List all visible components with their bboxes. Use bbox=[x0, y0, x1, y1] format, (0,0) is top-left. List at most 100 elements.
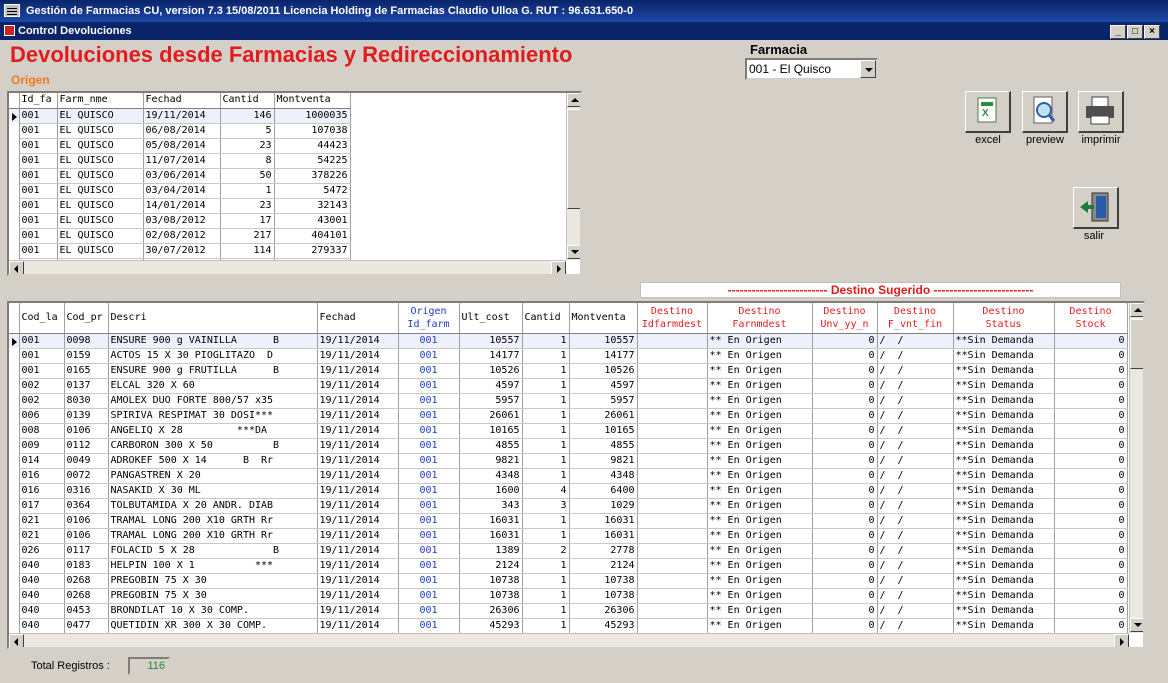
table-cell[interactable]: FOLACID 5 X 28 B bbox=[108, 543, 318, 559]
table-cell[interactable]: 001 bbox=[398, 348, 460, 364]
table-cell[interactable]: EL QUISCO bbox=[57, 108, 144, 124]
row-selector[interactable] bbox=[9, 528, 20, 543]
scroll-right-icon[interactable] bbox=[1114, 634, 1129, 647]
table-cell[interactable]: EL QUISCO bbox=[57, 168, 144, 184]
table-cell[interactable]: 1000035 bbox=[274, 108, 351, 124]
excel-button[interactable]: X bbox=[965, 91, 1011, 133]
table-cell[interactable]: 1600 bbox=[459, 483, 523, 499]
table-cell[interactable]: 001 bbox=[398, 513, 460, 529]
table-row[interactable]: 040 0268 PREGOBIN 75 X 30 19/11/2014 001 1073… bbox=[9, 573, 1128, 589]
table-cell[interactable]: 0 bbox=[1054, 468, 1128, 484]
table-cell[interactable]: 0 bbox=[812, 393, 878, 409]
table-cell[interactable]: 0268 bbox=[64, 573, 109, 589]
table-row[interactable]: 001 EL QUISCO 30/07/2012 114 279337 bbox=[9, 243, 564, 259]
table-cell[interactable]: 002 bbox=[19, 378, 65, 394]
table-cell[interactable]: ** En Origen bbox=[707, 618, 813, 634]
table-cell[interactable]: 10526 bbox=[459, 363, 523, 379]
preview-button[interactable] bbox=[1022, 91, 1068, 133]
table-cell[interactable]: 10165 bbox=[459, 423, 523, 439]
column-header[interactable]: Origen Id_farm bbox=[398, 303, 460, 334]
table-cell[interactable]: 14177 bbox=[569, 348, 638, 364]
table-row[interactable]: 001 EL QUISCO 03/06/2014 50 378226 bbox=[9, 168, 564, 184]
table-row[interactable]: 001 0159 ACTOS 15 X 30 PIOGLITAZO D 19/11/2… bbox=[9, 348, 1128, 364]
table-cell[interactable]: 0477 bbox=[64, 618, 109, 634]
table-cell[interactable]: 001 bbox=[19, 333, 65, 349]
table-cell[interactable]: 02/08/2012 bbox=[143, 228, 221, 244]
table-cell[interactable]: EL QUISCO bbox=[57, 153, 144, 169]
table-cell[interactable]: 2778 bbox=[569, 543, 638, 559]
table-cell[interactable]: 1 bbox=[522, 423, 570, 439]
table-cell[interactable]: 0112 bbox=[64, 438, 109, 454]
column-header[interactable]: Montventa bbox=[274, 93, 351, 109]
scroll-right-icon[interactable] bbox=[551, 261, 566, 274]
table-cell[interactable]: 1 bbox=[522, 378, 570, 394]
table-cell[interactable]: 50 bbox=[220, 168, 275, 184]
row-selector[interactable] bbox=[9, 363, 20, 378]
table-cell[interactable]: 001 bbox=[398, 438, 460, 454]
table-cell[interactable]: **Sin Demanda bbox=[953, 603, 1055, 619]
table-cell[interactable]: 001 bbox=[398, 483, 460, 499]
table-cell[interactable]: 17 bbox=[220, 213, 275, 229]
table-cell[interactable] bbox=[637, 453, 708, 469]
table-cell[interactable]: 0 bbox=[812, 378, 878, 394]
table-row[interactable]: 002 8030 AMOLEX DUO FORTE 800/57 x35 19/11/… bbox=[9, 393, 1128, 409]
table-cell[interactable]: EL QUISCO bbox=[57, 138, 144, 154]
table-cell[interactable]: 26061 bbox=[459, 408, 523, 424]
table-cell[interactable]: 021 bbox=[19, 528, 65, 544]
table-cell[interactable]: 0 bbox=[1054, 378, 1128, 394]
row-selector[interactable] bbox=[9, 348, 20, 363]
table-cell[interactable]: **Sin Demanda bbox=[953, 573, 1055, 589]
table-cell[interactable]: QUETIDIN XR 300 X 30 COMP. bbox=[108, 618, 318, 634]
scroll-thumb[interactable] bbox=[567, 109, 580, 209]
table-cell[interactable]: 10557 bbox=[569, 333, 638, 349]
column-header[interactable]: Farm_nme bbox=[57, 93, 144, 109]
table-cell[interactable]: / / bbox=[877, 378, 954, 394]
table-cell[interactable]: / / bbox=[877, 573, 954, 589]
table-row[interactable]: 008 0106 ANGELIQ X 28 ***DA 19/11/2014 001 10… bbox=[9, 423, 1128, 439]
table-cell[interactable]: 146 bbox=[220, 108, 275, 124]
table-cell[interactable]: / / bbox=[877, 618, 954, 634]
table-cell[interactable]: **Sin Demanda bbox=[953, 543, 1055, 559]
table-cell[interactable]: / / bbox=[877, 543, 954, 559]
column-header[interactable]: Ult_cost bbox=[459, 303, 523, 334]
table-cell[interactable]: 0137 bbox=[64, 378, 109, 394]
table-row[interactable]: 001 EL QUISCO 03/04/2014 1 5472 bbox=[9, 183, 564, 199]
table-cell[interactable]: 1 bbox=[522, 513, 570, 529]
table-cell[interactable]: ** En Origen bbox=[707, 483, 813, 499]
table-cell[interactable]: 5957 bbox=[459, 393, 523, 409]
table-cell[interactable]: ** En Origen bbox=[707, 513, 813, 529]
scroll-left-icon[interactable] bbox=[9, 634, 24, 647]
table-cell[interactable]: / / bbox=[877, 513, 954, 529]
table-cell[interactable]: TRAMAL LONG 200 X10 GRTH Rr bbox=[108, 513, 318, 529]
table-cell[interactable]: 0 bbox=[812, 408, 878, 424]
table-cell[interactable]: ** En Origen bbox=[707, 498, 813, 514]
table-cell[interactable] bbox=[637, 618, 708, 634]
table-cell[interactable]: 0 bbox=[812, 543, 878, 559]
table-cell[interactable]: 026 bbox=[19, 543, 65, 559]
table-cell[interactable]: 378226 bbox=[274, 168, 351, 184]
table-cell[interactable] bbox=[637, 378, 708, 394]
table-cell[interactable]: 014 bbox=[19, 453, 65, 469]
table-cell[interactable]: ** En Origen bbox=[707, 363, 813, 379]
row-selector[interactable] bbox=[9, 573, 20, 588]
table-cell[interactable]: 5957 bbox=[569, 393, 638, 409]
table-cell[interactable]: EL QUISCO bbox=[57, 213, 144, 229]
table-cell[interactable]: 0 bbox=[1054, 513, 1128, 529]
table-cell[interactable]: 4348 bbox=[569, 468, 638, 484]
table-cell[interactable]: 0 bbox=[1054, 333, 1128, 349]
row-selector[interactable] bbox=[9, 498, 20, 513]
table-cell[interactable]: 10738 bbox=[569, 573, 638, 589]
table-cell[interactable]: 16031 bbox=[459, 513, 523, 529]
detail-vertical-scrollbar[interactable] bbox=[1129, 303, 1143, 633]
table-row[interactable]: 017 0364 TOLBUTAMIDA X 20 ANDR. DIAB 19/11/… bbox=[9, 498, 1128, 514]
detail-grid[interactable]: Cod_la Cod_pr Descri Fechad Origen Id_farm Ul… bbox=[7, 301, 1145, 649]
table-cell[interactable]: ** En Origen bbox=[707, 558, 813, 574]
table-row[interactable]: 040 0268 PREGOBIN 75 X 30 19/11/2014 001 1073… bbox=[9, 588, 1128, 604]
table-cell[interactable]: / / bbox=[877, 423, 954, 439]
table-cell[interactable]: 343 bbox=[459, 498, 523, 514]
table-cell[interactable]: ** En Origen bbox=[707, 588, 813, 604]
table-cell[interactable]: 19/11/2014 bbox=[317, 573, 399, 589]
column-header[interactable]: Montventa bbox=[569, 303, 638, 334]
table-cell[interactable]: 1 bbox=[220, 183, 275, 199]
table-cell[interactable]: 19/11/2014 bbox=[317, 408, 399, 424]
